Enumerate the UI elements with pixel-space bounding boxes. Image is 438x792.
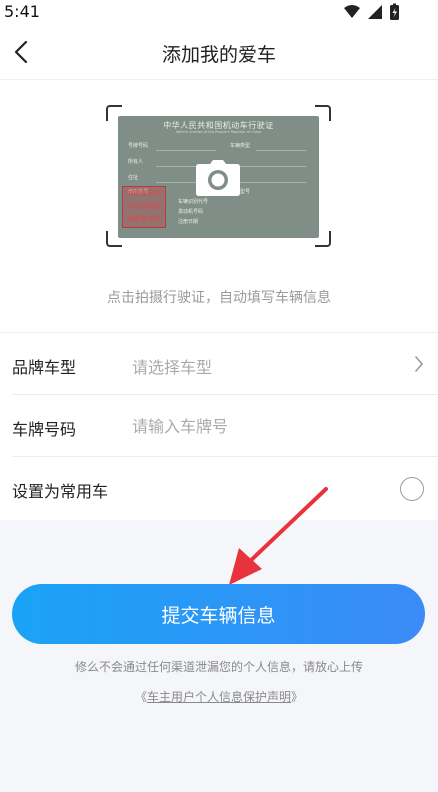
license-sample-image: 中华人民共和国机动车行驶证 Vehicle License of the Peo… <box>118 116 319 238</box>
plate-number-row: 车牌号码 <box>0 395 438 457</box>
license-line <box>156 150 216 151</box>
status-icons <box>344 3 399 20</box>
page-title: 添加我的爱车 <box>161 44 276 66</box>
license-stamp: 河南省郑州 市公安局交 通警察支队 <box>122 186 166 228</box>
license-field: 发动机号码 <box>178 209 204 215</box>
status-time: 5:41 <box>4 2 40 21</box>
license-upload-section: 中华人民共和国机动车行驶证 Vehicle License of the Peo… <box>0 80 438 332</box>
submit-vehicle-button[interactable]: 提交车辆信息 <box>12 584 425 644</box>
privacy-link-text[interactable]: 车主用户个人信息保护声明 <box>147 690 291 704</box>
stamp-line: 通警察支队 <box>126 215 162 223</box>
privacy-statement-link[interactable]: 《车主用户个人信息保护声明》 <box>0 688 438 705</box>
arrow-head <box>229 548 262 585</box>
scan-hint-text: 点击拍摄行驶证，自动填写车辆信息 <box>107 290 331 306</box>
license-field: 所有人 <box>128 159 144 165</box>
battery-icon <box>390 3 399 20</box>
status-bar: 5:41 <box>0 0 438 24</box>
link-bracket-close: 》 <box>291 690 304 704</box>
stamp-line: 河南省郑州 <box>126 189 162 197</box>
nav-bar: 添加我的爱车 <box>0 24 438 80</box>
license-field: 住址 <box>128 175 139 181</box>
default-car-row[interactable]: 设置为常用车 <box>0 457 438 519</box>
license-field: 车辆识别代号 <box>178 199 209 205</box>
default-car-label: 设置为常用车 <box>12 482 109 501</box>
license-subtitle: Vehicle License of the People's Republic… <box>175 130 262 134</box>
license-field: 号牌号码 <box>128 143 149 149</box>
chevron-right-icon <box>415 356 423 372</box>
brand-model-label: 品牌车型 <box>12 358 77 377</box>
license-field: 车辆类型 <box>230 143 251 149</box>
plate-number-input[interactable] <box>132 414 392 438</box>
license-scan-frame[interactable]: 中华人民共和国机动车行驶证 Vehicle License of the Peo… <box>106 105 331 247</box>
license-field: 注册日期 <box>178 219 199 225</box>
brand-model-select[interactable]: 请选择车型 <box>132 354 212 378</box>
stamp-line: 市公安局交 <box>126 202 162 210</box>
plate-number-label: 车牌号码 <box>12 420 77 439</box>
link-bracket-open: 《 <box>134 690 147 704</box>
license-line <box>256 150 306 151</box>
privacy-note: 修么不会通过任何渠道泄漏您的个人信息，请放心上传 <box>74 660 363 674</box>
vehicle-form: 品牌车型 请选择车型 车牌号码 设置为常用车 <box>0 332 438 520</box>
signal-icon <box>368 5 382 19</box>
default-car-radio[interactable] <box>400 477 424 501</box>
brand-model-row[interactable]: 品牌车型 请选择车型 <box>0 333 438 395</box>
wifi-icon <box>344 5 360 18</box>
camera-icon[interactable] <box>195 159 241 197</box>
